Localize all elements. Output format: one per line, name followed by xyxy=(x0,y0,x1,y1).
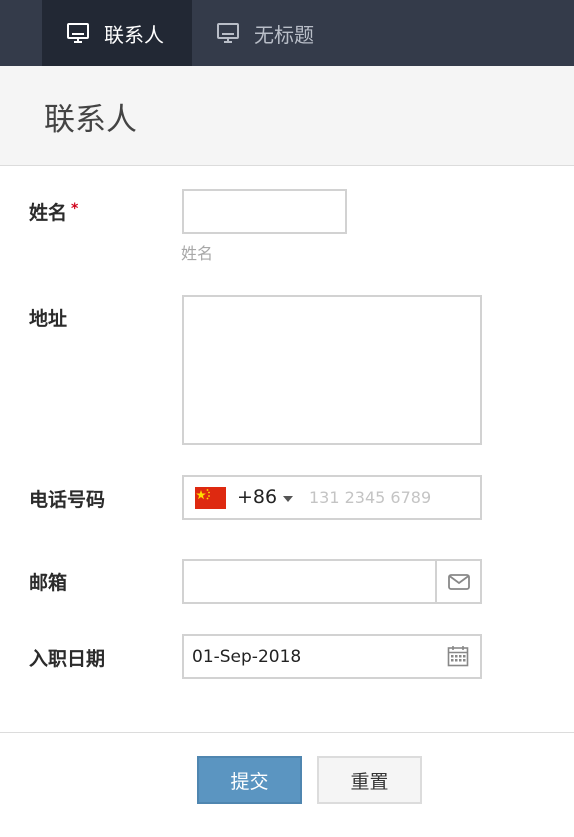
calendar-icon[interactable] xyxy=(447,645,469,667)
address-textarea[interactable] xyxy=(182,295,482,445)
date-value[interactable]: 01-Sep-2018 xyxy=(192,647,301,667)
tab-label: 无标题 xyxy=(254,22,314,47)
email-field[interactable] xyxy=(182,559,482,604)
tab-untitled[interactable]: 无标题 xyxy=(192,0,352,66)
monitor-icon xyxy=(66,21,90,45)
country-code[interactable]: +86 xyxy=(237,486,277,508)
name-label: 姓名 * xyxy=(29,201,79,224)
phone-label: 电话号码 xyxy=(29,489,106,511)
form-footer: 提交 重置 xyxy=(0,732,574,837)
name-hint: 姓名 xyxy=(181,244,214,263)
address-label: 地址 xyxy=(29,308,68,330)
tab-label: 联系人 xyxy=(104,22,164,47)
name-input[interactable] xyxy=(182,189,347,234)
page-header: 联系人 xyxy=(0,66,574,166)
required-mark: * xyxy=(71,201,79,217)
tab-contacts[interactable]: 联系人 xyxy=(42,0,192,66)
page-title: 联系人 xyxy=(44,102,137,138)
date-field[interactable]: 01-Sep-2018 xyxy=(182,634,482,679)
china-flag-icon[interactable] xyxy=(195,487,226,509)
monitor-icon xyxy=(216,21,240,45)
reset-button[interactable]: 重置 xyxy=(317,756,422,804)
chevron-down-icon[interactable] xyxy=(283,496,293,502)
join-date-label: 入职日期 xyxy=(29,648,106,670)
submit-button[interactable]: 提交 xyxy=(197,756,302,804)
envelope-icon[interactable] xyxy=(435,561,480,602)
email-label: 邮箱 xyxy=(29,572,68,594)
top-tab-bar: 联系人 无标题 xyxy=(0,0,574,66)
phone-input[interactable]: 131 2345 6789 xyxy=(309,488,431,507)
phone-field: +86 131 2345 6789 xyxy=(182,475,482,520)
